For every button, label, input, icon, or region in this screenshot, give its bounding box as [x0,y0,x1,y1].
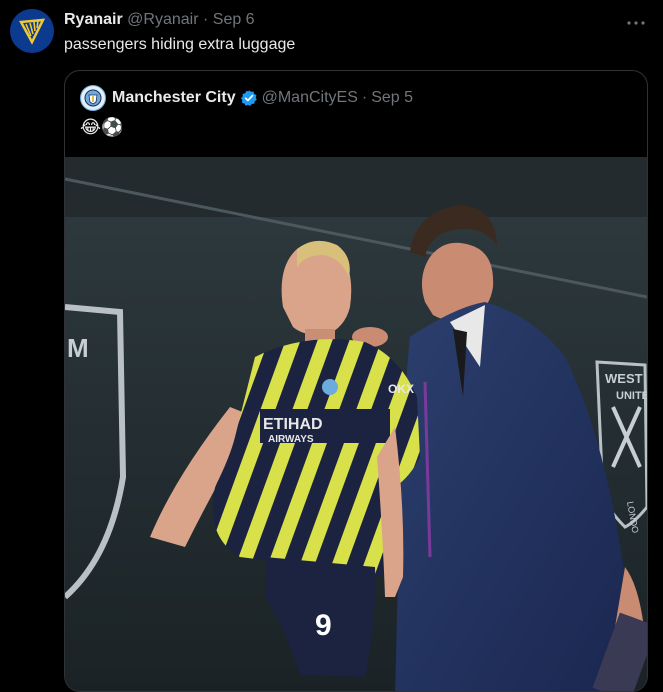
author-handle[interactable]: @Ryanair [127,11,198,28]
tweet-date[interactable]: Sep 6 [213,11,255,28]
jersey-text: ETIHAD [263,416,323,433]
tweet-photo[interactable]: M WEST HA UNITED LONDO [65,157,647,692]
harp-logo-icon [18,18,46,45]
shirt-number: 9 [315,609,332,642]
quoted-header-separator: · [361,89,368,106]
left-wall-text: M [67,333,89,363]
verified-badge-icon [240,90,257,106]
quoted-tweet-date[interactable]: Sep 5 [371,89,413,107]
club-badge-icon [322,379,338,395]
sponsor-text: OKX [388,382,414,396]
man-city-avatar[interactable] [80,85,106,111]
quoted-tweet-header: Manchester City @ManCityES · Sep 5 [80,85,413,111]
quoted-tweet-card[interactable]: Manchester City @ManCityES · Sep 5 😂⚽ M … [64,70,648,692]
tweet-header: Ryanair @Ryanair · Sep 6 [64,10,255,30]
ryanair-avatar[interactable] [10,9,54,53]
author-name[interactable]: Ryanair [64,11,123,28]
header-separator: · [202,11,209,28]
quoted-tweet-text: 😂⚽ [80,117,124,137]
quoted-author-name[interactable]: Manchester City [112,89,236,107]
man-city-crest-icon [84,89,102,107]
crest-text-1: WEST HA [605,371,647,386]
quoted-author-handle[interactable]: @ManCityES [262,89,358,107]
more-icon[interactable] [627,10,645,31]
jersey-sub: AIRWAYS [268,434,314,445]
crest-text-2: UNITED [616,390,647,402]
tweet-text: passengers hiding extra luggage [64,36,296,53]
